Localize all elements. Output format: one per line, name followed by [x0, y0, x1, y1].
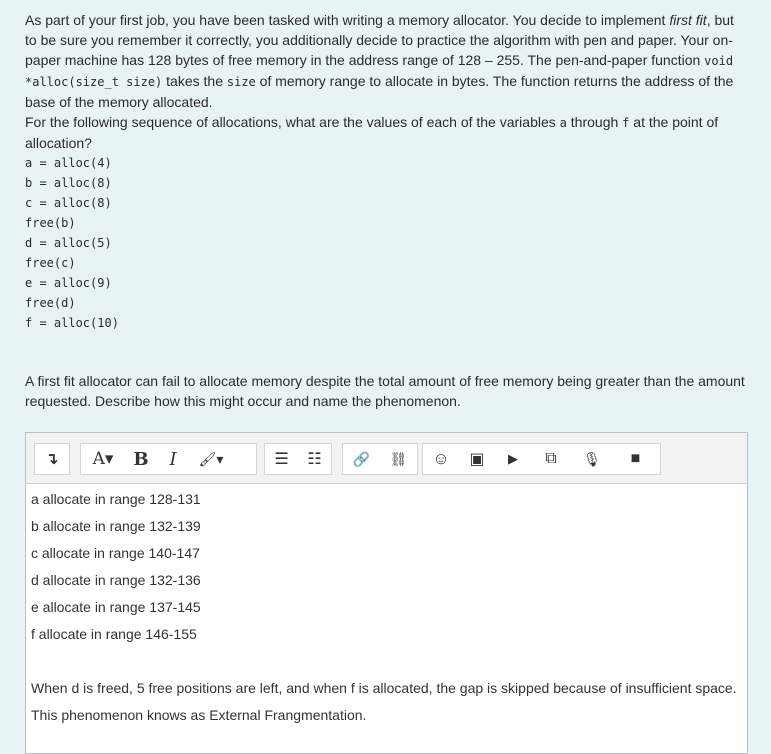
code-line: f = alloc(10)	[25, 316, 119, 330]
link-icon[interactable]: 🔗	[343, 444, 380, 474]
allocation-sequence: a = alloc(4) b = alloc(8) c = alloc(8) f…	[25, 153, 745, 333]
code-line: free(d)	[25, 296, 76, 310]
text-run: As part of your first job, you have been…	[25, 12, 670, 28]
answer-line: d allocate in range 132-136	[31, 572, 201, 588]
answer-line: b allocate in range 132-139	[31, 518, 201, 534]
editor-content-area[interactable]: a allocate in range 128-131 b allocate i…	[26, 484, 747, 731]
manage-files-icon[interactable]: ⧉	[531, 444, 571, 474]
unlink-icon[interactable]: ⛓	[380, 444, 417, 474]
question-panel: As part of your first job, you have been…	[3, 0, 768, 754]
code-line: d = alloc(5)	[25, 236, 112, 250]
code-size: size	[226, 75, 256, 89]
bold-icon[interactable]: B	[125, 444, 157, 474]
toolbar-group-insert: ☺ ▣ ▶ ⧉ 🎙 ■	[422, 443, 661, 475]
answer-editor[interactable]: ↴ A▾ B I 🖌▾ ☰ ☷ 🔗 ⛓ ☺ ▣ ▶ ⧉ 🎙 ■ a alloca…	[25, 432, 748, 754]
toolbar-group-links: 🔗 ⛓	[342, 443, 418, 475]
code-line: e = alloc(9)	[25, 276, 112, 290]
answer-fragmentation-line-2: This phenomenon knows as External Frangm…	[31, 707, 367, 723]
text-run: For the following sequence of allocation…	[25, 114, 560, 130]
code-line: free(b)	[25, 216, 76, 230]
editor-toolbar: ↴ A▾ B I 🖌▾ ☰ ☷ 🔗 ⛓ ☺ ▣ ▶ ⧉ 🎙 ■	[26, 433, 747, 484]
text-run: takes the	[162, 73, 227, 89]
code-line: c = alloc(8)	[25, 196, 112, 210]
question-2-text: A first fit allocator can fail to alloca…	[25, 373, 745, 409]
italic-icon[interactable]: I	[157, 444, 189, 474]
image-icon[interactable]: ▣	[459, 444, 495, 474]
toolbar-group-lists: ☰ ☷	[264, 443, 332, 475]
code-line: free(c)	[25, 256, 76, 270]
question-1-paragraph-2: For the following sequence of allocation…	[25, 112, 745, 153]
text-run: through	[566, 114, 623, 130]
record-video-icon[interactable]: ■	[613, 444, 658, 474]
emphasis-first-fit: first fit	[669, 12, 707, 28]
answer-line: f allocate in range 146-155	[31, 626, 197, 642]
emoji-icon[interactable]: ☺	[423, 444, 459, 474]
code-line: b = alloc(8)	[25, 176, 112, 190]
media-icon[interactable]: ▶	[495, 444, 531, 474]
code-var-a: a	[559, 116, 567, 130]
code-line: a = alloc(4)	[25, 156, 112, 170]
bullet-list-icon[interactable]: ☰	[265, 444, 298, 474]
answer-line: e allocate in range 137-145	[31, 599, 201, 615]
answer-fragmentation-line-1: When d is freed, 5 free positions are le…	[31, 680, 737, 696]
collapse-toolbar-icon[interactable]: ↴	[35, 444, 69, 474]
question-1-text: As part of your first job, you have been…	[25, 10, 745, 333]
numbered-list-icon[interactable]: ☷	[298, 444, 331, 474]
toolbar-group-collapse: ↴	[34, 443, 70, 475]
record-audio-icon[interactable]: 🎙	[571, 444, 613, 474]
toolbar-group-format: A▾ B I 🖌▾	[80, 443, 257, 475]
question-1-paragraph-1: As part of your first job, you have been…	[25, 10, 745, 112]
answer-line: a allocate in range 128-131	[31, 491, 201, 507]
font-size-dropdown-icon[interactable]: A▾	[81, 444, 125, 474]
answer-line: c allocate in range 140-147	[31, 545, 200, 561]
text-color-brush-icon[interactable]: 🖌▾	[189, 444, 233, 474]
